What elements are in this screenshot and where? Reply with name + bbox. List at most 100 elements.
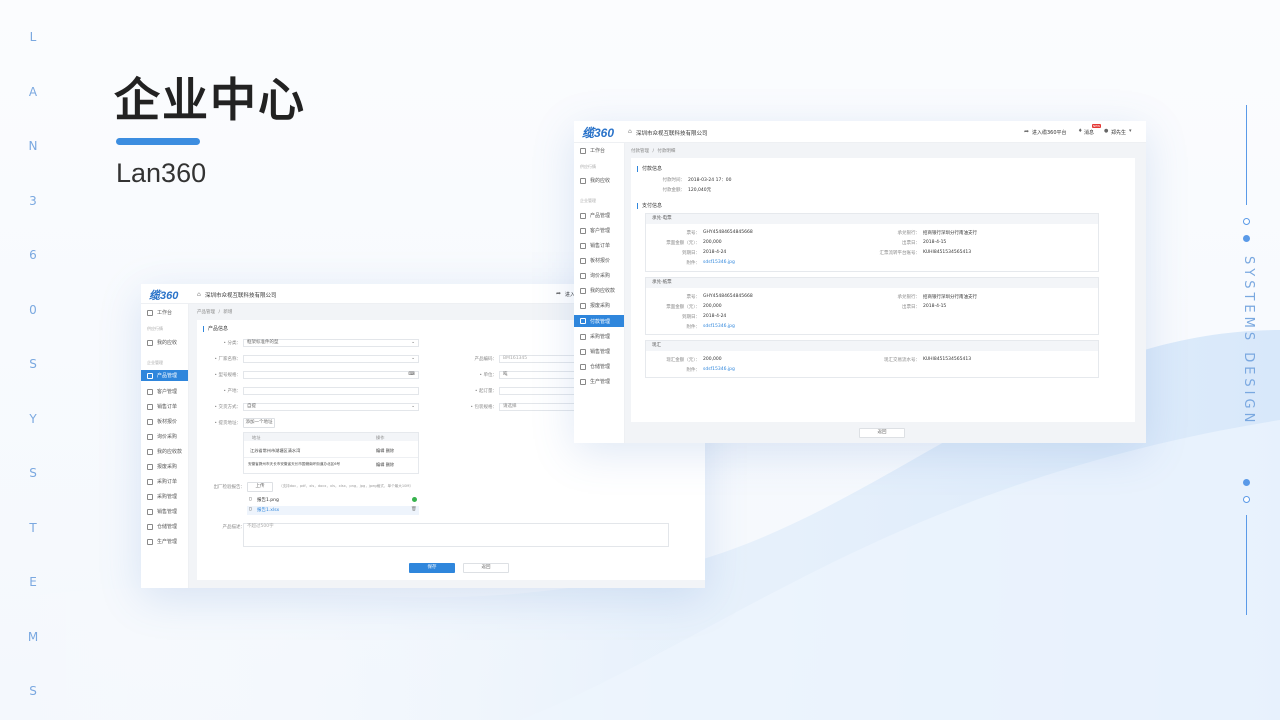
side-letter: S xyxy=(29,684,37,698)
row-actions[interactable]: 编辑 删除 xyxy=(376,448,394,454)
desc-textarea[interactable]: 不超过500字 xyxy=(243,523,669,547)
check-icon xyxy=(412,497,417,502)
pay-amount-value: 120,040元 xyxy=(688,188,712,193)
sidebar-item-purchase[interactable]: 采购管理 xyxy=(141,492,188,501)
origin-field[interactable] xyxy=(243,387,419,395)
warehouse-icon xyxy=(580,363,586,370)
user-icon xyxy=(147,339,153,346)
section-title: 付款信息 xyxy=(637,166,662,172)
payment-block: 承兑-纸票 票号： GHY45484654845668 承兑银行： 招商银行深圳… xyxy=(645,277,1099,335)
sidebar-item-customer[interactable]: 客户管理 xyxy=(141,387,188,396)
page-subtitle: Lan360 xyxy=(116,158,207,188)
home-icon: ⌂ xyxy=(628,128,632,135)
sidebar-item-quote[interactable]: 板材报价 xyxy=(141,417,188,426)
sidebar-item-customer[interactable]: 客户管理 xyxy=(574,226,624,235)
sidebar-item-receivables[interactable]: 我的应收款 xyxy=(141,447,188,456)
right-line-top xyxy=(1246,105,1247,205)
sidebar-group-label: 供应行情 xyxy=(580,164,596,169)
right-dot xyxy=(1243,496,1250,503)
user-icon xyxy=(580,177,586,184)
refresh-icon xyxy=(580,272,586,279)
title-underline xyxy=(116,138,200,145)
right-dot xyxy=(1243,235,1250,242)
users-icon xyxy=(147,388,153,395)
upload-button[interactable]: 上传 xyxy=(247,482,273,492)
box-icon xyxy=(580,212,586,219)
sidebar-item-scrap[interactable]: 报废采购 xyxy=(141,462,188,471)
chevron-down-icon[interactable]: ▾ xyxy=(1129,128,1132,134)
topbar: 缆360 ⌂ 深圳市众视互联科技有限公司 ➦ 进入缆360平台 ♦ 消息 NEW… xyxy=(574,121,1146,143)
grid-icon xyxy=(580,147,586,154)
sidebar-item-receivable[interactable]: 我的应收 xyxy=(141,338,188,347)
attachment-link[interactable]: sdsf15346.jpg xyxy=(703,367,735,372)
attachment-link[interactable]: sdsf15346.jpg xyxy=(703,324,735,329)
brand-select[interactable]: ⌄ xyxy=(243,355,419,363)
add-address-button[interactable]: 添加一个地址 xyxy=(243,418,275,428)
side-letter: T xyxy=(29,520,37,535)
pay-time-label: 付款时间： xyxy=(662,178,686,183)
sidebar-item-sales[interactable]: 销售管理 xyxy=(574,347,624,356)
company-name: 深圳市众视互联科技有限公司 xyxy=(205,293,277,299)
payment-detail-screenshot: 缆360 ⌂ 深圳市众视互联科技有限公司 ➦ 进入缆360平台 ♦ 消息 NEW… xyxy=(574,121,1146,443)
sidebar-item-workbench[interactable]: 工作台 xyxy=(574,146,624,155)
side-letter: E xyxy=(29,575,37,589)
chevron-down-icon: ⌄ xyxy=(411,340,415,345)
sidebar-item-workbench[interactable]: 工作台 xyxy=(141,308,188,317)
sidebar-item-receivables[interactable]: 我的应收款 xyxy=(574,286,624,295)
back-button[interactable]: 返回 xyxy=(859,428,905,438)
category-select[interactable]: 框架标准件的型 ⌄ xyxy=(243,339,419,347)
users-icon xyxy=(580,227,586,234)
back-button[interactable]: 返回 xyxy=(463,563,509,573)
user-name[interactable]: 郑先生 xyxy=(1111,129,1126,136)
attachment-link[interactable]: sdsf15346.jpg xyxy=(703,260,735,265)
chart-icon xyxy=(147,508,153,515)
sidebar-item-purchase[interactable]: 采购管理 xyxy=(574,332,624,341)
enter-platform-link[interactable]: 进入缆360平台 xyxy=(1032,129,1067,136)
transfer-icon xyxy=(580,333,586,340)
sidebar-item-receivable[interactable]: 我的应收 xyxy=(574,176,624,185)
sidebar-item-production[interactable]: 生产管理 xyxy=(141,537,188,546)
sidebar-item-product[interactable]: 产品管理 xyxy=(141,370,188,381)
transfer-icon xyxy=(147,493,153,500)
min-order-label: • 起订量： xyxy=(474,389,497,394)
sidebar-item-sales-order[interactable]: 销售订单 xyxy=(141,402,188,411)
address-label: • 提货地址： xyxy=(214,421,241,426)
sidebar-item-warehouse[interactable]: 仓储管理 xyxy=(574,362,624,371)
sidebar-item-payment[interactable]: 付款管理 xyxy=(574,315,624,327)
sidebar-item-scrap[interactable]: 报废采购 xyxy=(574,301,624,310)
sidebar-item-warehouse[interactable]: 仓储管理 xyxy=(141,522,188,531)
delete-icon[interactable]: 🗑 xyxy=(411,507,417,512)
sidebar-item-quote[interactable]: 板材报价 xyxy=(574,256,624,265)
document-icon xyxy=(147,418,153,425)
sidebar-item-product[interactable]: 产品管理 xyxy=(574,211,624,220)
side-letter: S xyxy=(29,466,37,480)
sidebar-item-inquiry[interactable]: 询价采购 xyxy=(574,271,624,280)
refresh-icon xyxy=(147,433,153,440)
breadcrumb: 付款管理 / 付款明细 xyxy=(631,149,676,154)
file-item[interactable]: ▯ 报告1.xlsx 🗑 xyxy=(247,506,419,515)
sidebar-item-sales[interactable]: 销售管理 xyxy=(141,507,188,516)
document-icon xyxy=(580,318,586,324)
sidebar-item-production[interactable]: 生产管理 xyxy=(574,377,624,386)
sidebar: 工作台 供应行情 我的应收 企业管理 产品管理 客户管理 销售订单 板材报价 询… xyxy=(574,143,625,443)
grid-icon xyxy=(147,309,153,316)
chevron-down-icon: ⌄ xyxy=(411,356,415,361)
section-title: 产品信息 xyxy=(203,326,228,332)
logo: 缆360 xyxy=(149,290,179,302)
row-actions[interactable]: 编辑 删除 xyxy=(376,462,394,468)
file-item[interactable]: ▯ 报告1.png xyxy=(247,496,419,505)
block-header: 承兑-电票 xyxy=(646,214,1098,224)
sidebar-group-label: 企业管理 xyxy=(580,198,596,203)
sidebar-item-inquiry[interactable]: 询价采购 xyxy=(141,432,188,441)
wallet-icon xyxy=(147,448,153,455)
model-field[interactable]: ⌨ xyxy=(243,371,419,379)
sidebar-item-purchase-order[interactable]: 采购订单 xyxy=(141,477,188,486)
save-button[interactable]: 保存 xyxy=(409,563,455,573)
sidebar: 工作台 供应行情 我的应收 企业管理 产品管理 客户管理 销售订单 板材报价 询… xyxy=(141,304,189,588)
ship-select[interactable]: 自提 ⌄ xyxy=(243,403,419,411)
bell-icon[interactable]: ♦ xyxy=(1078,128,1082,134)
sidebar-item-sales-order[interactable]: 销售订单 xyxy=(574,241,624,250)
model-label: • 型号规格： xyxy=(214,373,241,378)
section-title: 支付信息 xyxy=(637,203,662,209)
messages-link[interactable]: 消息 xyxy=(1084,129,1094,136)
